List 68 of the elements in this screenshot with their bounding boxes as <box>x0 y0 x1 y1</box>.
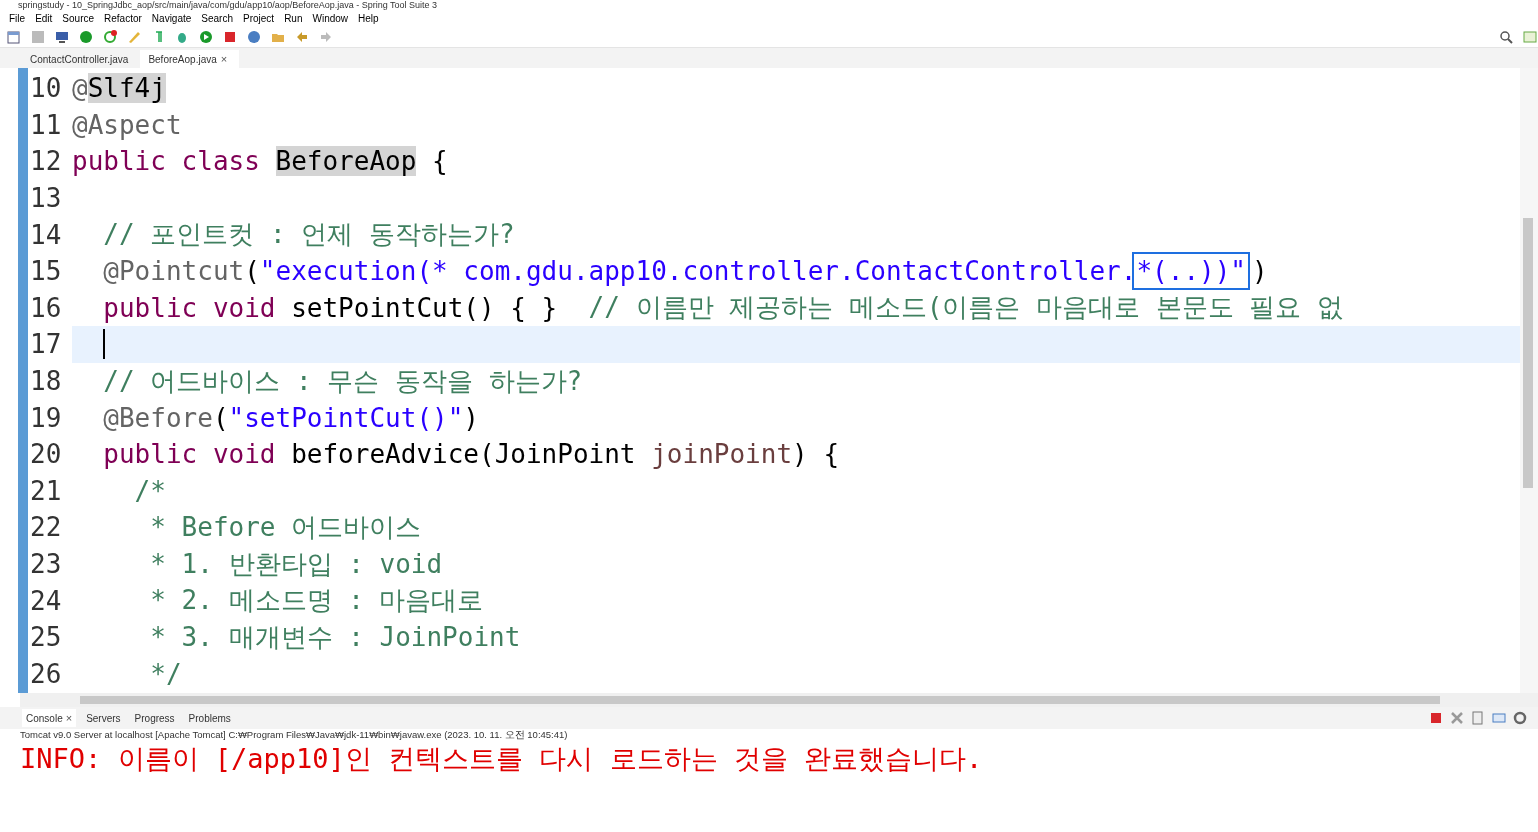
menu-item[interactable]: Navigate <box>146 13 197 24</box>
search-icon[interactable] <box>1498 29 1514 45</box>
terminate-icon[interactable] <box>1428 710 1444 726</box>
menu-item[interactable]: Refactor <box>99 13 147 24</box>
close-icon[interactable]: × <box>220 53 228 65</box>
power-icon[interactable] <box>78 29 94 45</box>
remove-icon[interactable] <box>1449 710 1465 726</box>
clear-console-icon[interactable] <box>1470 710 1486 726</box>
line-number: 22 <box>29 512 63 543</box>
menu-item[interactable]: Run <box>279 13 308 24</box>
line-number: 19 <box>29 402 63 433</box>
console-header: Tomcat v9.0 Server at localhost [Apache Tomcat] C:₩Program Files₩Java₩jdk-11₩bin₩javaw.exe (2023. 10. 11. 오전 10:45:41) <box>19 729 569 741</box>
code-line: * 1. 반환타입 : void <box>149 547 444 581</box>
view-tab[interactable]: Progress <box>130 709 179 727</box>
line-number: 13 <box>29 183 63 214</box>
editor-tab[interactable]: ContactController.java <box>22 51 141 68</box>
refresh-icon[interactable] <box>102 29 118 45</box>
code-line: // 포인트컷 : 언제 동작하는가? <box>102 218 516 252</box>
line-number: 21 <box>29 475 63 506</box>
line-number: 23 <box>29 549 63 579</box>
view-tab[interactable]: Console × <box>22 709 77 727</box>
vertical-scrollbar[interactable] <box>1520 68 1538 693</box>
console-output: INFO: 이름이 [/app10]인 컨텍스트를 다시 로드하는 것을 완료했습니다. <box>19 742 984 776</box>
code-line: @Slf4j <box>72 72 167 106</box>
menu-item[interactable]: File <box>4 13 31 24</box>
code-line: @Pointcut("execution(* com.gdu.app10.controller.ContactController.*(..))" ) <box>72 252 1520 290</box>
line-number: 20 <box>29 439 63 470</box>
code-line: @Before("setPointCut()") <box>102 401 480 435</box>
menu-item[interactable]: Help <box>353 13 384 24</box>
menu-item[interactable]: Window <box>307 13 354 24</box>
line-number: 18 <box>29 366 63 397</box>
line-number: 25 <box>29 622 63 653</box>
view-tab[interactable]: Problems <box>184 709 235 727</box>
menu-item[interactable]: Search <box>196 13 238 24</box>
window-title: springstudy - 10_SpringJdbc_aop/src/main/java/com/gdu/app10/aop/BeforeAop.java - Spring Tool Suite 3 <box>18 1 438 10</box>
arrow-right-icon[interactable] <box>318 29 334 45</box>
line-number: 26 <box>29 658 63 689</box>
code-line: public void beforeAdvice(JoinPoint joinPoint) { <box>102 438 841 472</box>
code-line: * Before 어드바이스 <box>149 510 423 544</box>
code-line: /* <box>133 474 167 508</box>
line-number: 11 <box>29 109 63 140</box>
close-icon[interactable]: × <box>65 712 73 724</box>
menu-item[interactable]: Edit <box>30 13 58 24</box>
menu-item[interactable]: Project <box>238 13 280 24</box>
code-line: @Aspect <box>72 108 183 142</box>
new-file-icon[interactable] <box>6 29 22 45</box>
code-line: * 2. 메소드명 : 마음대로 <box>149 584 485 618</box>
line-number: 12 <box>29 146 63 177</box>
line-number: 15 <box>29 256 63 287</box>
line-number: 14 <box>29 219 63 250</box>
stop-icon[interactable] <box>222 29 238 45</box>
code-line: public void setPointCut() { } // 이름만 제공하는 메소드(이름은 마음대로 본문도 필요 없 <box>102 291 1345 325</box>
line-number: 10 <box>29 73 63 104</box>
code-line: * 3. 매개변수 : JoinPoint <box>149 620 522 654</box>
monitor-icon[interactable] <box>54 29 70 45</box>
editor-tab[interactable]: BeforeAop.java × <box>140 50 240 68</box>
line-number: 24 <box>29 585 63 616</box>
play-icon[interactable] <box>198 29 214 45</box>
line-number: 17 <box>29 329 63 360</box>
menu-item[interactable]: Source <box>57 13 100 24</box>
line-number: 16 <box>29 292 63 323</box>
save-icon[interactable] <box>30 29 46 45</box>
code-line: */ <box>149 657 183 691</box>
code-line: public class BeforeAop { <box>72 145 449 179</box>
view-tab[interactable]: Servers <box>82 709 125 727</box>
code-line: // 어드바이스 : 무슨 동작을 하는가? <box>102 364 584 398</box>
horizontal-scrollbar[interactable] <box>20 693 1538 707</box>
settings-icon[interactable] <box>1512 710 1528 726</box>
